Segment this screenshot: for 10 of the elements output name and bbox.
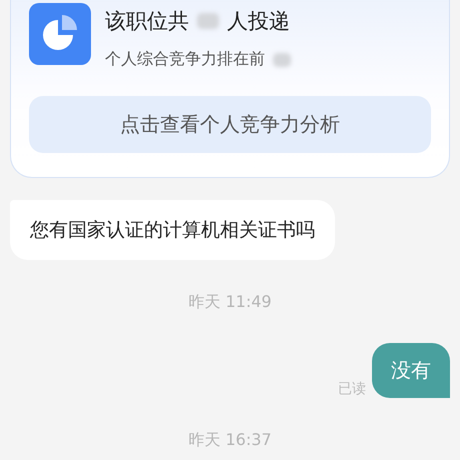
timestamp: 昨天 11:49 (188, 292, 272, 313)
sent-message: 没有 (372, 343, 450, 398)
title-text: 该职位共 (105, 8, 189, 35)
title-text: 人投递 (227, 8, 290, 35)
received-message: 您有国家认证的计算机相关证书吗 (10, 200, 335, 260)
timestamp: 昨天 16:37 (188, 430, 272, 451)
read-status: 已读 (338, 380, 366, 398)
analysis-button[interactable]: 点击查看个人竞争力分析 (29, 96, 431, 153)
subtitle-text: 个人综合竞争力排在前 (105, 49, 265, 70)
pie-chart-icon (29, 3, 91, 65)
